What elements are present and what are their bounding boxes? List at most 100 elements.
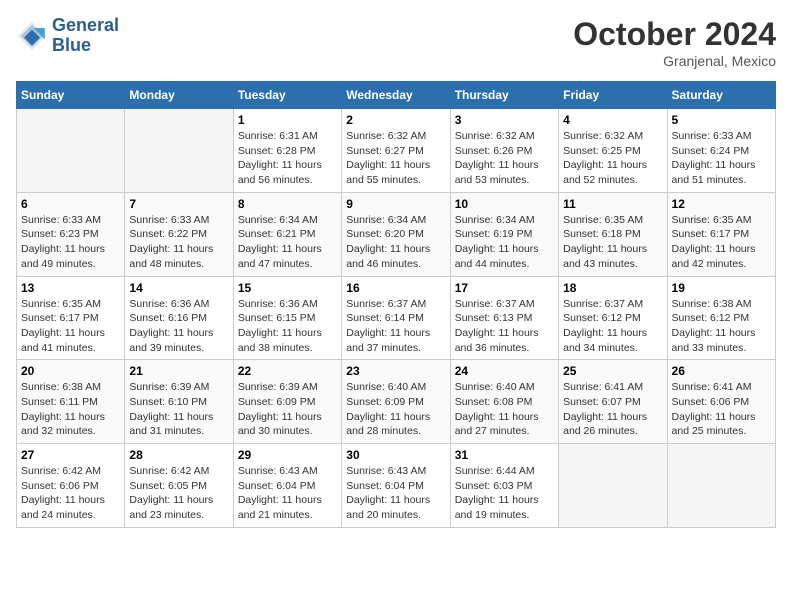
day-number: 2 (346, 113, 445, 127)
day-number: 20 (21, 364, 120, 378)
day-info: Sunrise: 6:34 AMSunset: 6:19 PMDaylight:… (455, 213, 554, 272)
day-cell: 14 Sunrise: 6:36 AMSunset: 6:16 PMDayligh… (125, 276, 233, 360)
day-info: Sunrise: 6:33 AMSunset: 6:24 PMDaylight:… (672, 129, 771, 188)
month-title: October 2024 (573, 16, 776, 53)
day-info: Sunrise: 6:41 AMSunset: 6:07 PMDaylight:… (563, 380, 662, 439)
day-info: Sunrise: 6:34 AMSunset: 6:21 PMDaylight:… (238, 213, 337, 272)
day-number: 6 (21, 197, 120, 211)
weekday-header-tuesday: Tuesday (233, 82, 341, 109)
weekday-header-sunday: Sunday (17, 82, 125, 109)
day-cell (667, 444, 775, 528)
day-number: 26 (672, 364, 771, 378)
day-number: 27 (21, 448, 120, 462)
day-number: 23 (346, 364, 445, 378)
day-cell (17, 109, 125, 193)
logo: General Blue (16, 16, 119, 56)
week-row-5: 27 Sunrise: 6:42 AMSunset: 6:06 PMDayligh… (17, 444, 776, 528)
day-number: 17 (455, 281, 554, 295)
day-cell: 28 Sunrise: 6:42 AMSunset: 6:05 PMDayligh… (125, 444, 233, 528)
day-cell: 16 Sunrise: 6:37 AMSunset: 6:14 PMDayligh… (342, 276, 450, 360)
day-cell: 22 Sunrise: 6:39 AMSunset: 6:09 PMDayligh… (233, 360, 341, 444)
day-number: 30 (346, 448, 445, 462)
day-number: 7 (129, 197, 228, 211)
day-info: Sunrise: 6:41 AMSunset: 6:06 PMDaylight:… (672, 380, 771, 439)
week-row-4: 20 Sunrise: 6:38 AMSunset: 6:11 PMDayligh… (17, 360, 776, 444)
day-cell: 12 Sunrise: 6:35 AMSunset: 6:17 PMDayligh… (667, 192, 775, 276)
day-number: 19 (672, 281, 771, 295)
day-info: Sunrise: 6:40 AMSunset: 6:08 PMDaylight:… (455, 380, 554, 439)
day-cell: 15 Sunrise: 6:36 AMSunset: 6:15 PMDayligh… (233, 276, 341, 360)
day-number: 25 (563, 364, 662, 378)
day-info: Sunrise: 6:33 AMSunset: 6:23 PMDaylight:… (21, 213, 120, 272)
day-cell: 27 Sunrise: 6:42 AMSunset: 6:06 PMDayligh… (17, 444, 125, 528)
day-number: 29 (238, 448, 337, 462)
day-info: Sunrise: 6:42 AMSunset: 6:05 PMDaylight:… (129, 464, 228, 523)
day-cell: 23Sunrise: 6:40 AMSunset: 6:09 PMDayligh… (342, 360, 450, 444)
day-number: 28 (129, 448, 228, 462)
day-cell: 9Sunrise: 6:34 AMSunset: 6:20 PMDaylight… (342, 192, 450, 276)
day-cell: 20 Sunrise: 6:38 AMSunset: 6:11 PMDayligh… (17, 360, 125, 444)
day-info: Sunrise: 6:36 AMSunset: 6:16 PMDaylight:… (129, 297, 228, 356)
day-info: Sunrise: 6:37 AMSunset: 6:14 PMDaylight:… (346, 297, 445, 356)
day-number: 5 (672, 113, 771, 127)
day-info: Sunrise: 6:37 AMSunset: 6:13 PMDaylight:… (455, 297, 554, 356)
day-info: Sunrise: 6:38 AMSunset: 6:12 PMDaylight:… (672, 297, 771, 356)
day-info: Sunrise: 6:35 AMSunset: 6:18 PMDaylight:… (563, 213, 662, 272)
day-cell (559, 444, 667, 528)
day-info: Sunrise: 6:42 AMSunset: 6:06 PMDaylight:… (21, 464, 120, 523)
day-cell: 10Sunrise: 6:34 AMSunset: 6:19 PMDayligh… (450, 192, 558, 276)
day-info: Sunrise: 6:33 AMSunset: 6:22 PMDaylight:… (129, 213, 228, 272)
day-info: Sunrise: 6:43 AMSunset: 6:04 PMDaylight:… (346, 464, 445, 523)
day-info: Sunrise: 6:32 AMSunset: 6:26 PMDaylight:… (455, 129, 554, 188)
day-info: Sunrise: 6:38 AMSunset: 6:11 PMDaylight:… (21, 380, 120, 439)
weekday-header-wednesday: Wednesday (342, 82, 450, 109)
day-number: 11 (563, 197, 662, 211)
day-number: 4 (563, 113, 662, 127)
day-number: 15 (238, 281, 337, 295)
day-cell: 31 Sunrise: 6:44 AMSunset: 6:03 PMDayligh… (450, 444, 558, 528)
day-cell (125, 109, 233, 193)
day-info: Sunrise: 6:43 AMSunset: 6:04 PMDaylight:… (238, 464, 337, 523)
day-cell: 30 Sunrise: 6:43 AMSunset: 6:04 PMDayligh… (342, 444, 450, 528)
day-info: Sunrise: 6:35 AMSunset: 6:17 PMDaylight:… (672, 213, 771, 272)
day-cell: 21 Sunrise: 6:39 AMSunset: 6:10 PMDayligh… (125, 360, 233, 444)
calendar: SundayMondayTuesdayWednesdayThursdayFrid… (16, 81, 776, 528)
day-cell: 18Sunrise: 6:37 AMSunset: 6:12 PMDayligh… (559, 276, 667, 360)
day-info: Sunrise: 6:34 AMSunset: 6:20 PMDaylight:… (346, 213, 445, 272)
day-cell: 8 Sunrise: 6:34 AMSunset: 6:21 PMDaylight… (233, 192, 341, 276)
day-info: Sunrise: 6:39 AMSunset: 6:09 PMDaylight:… (238, 380, 337, 439)
day-cell: 24 Sunrise: 6:40 AMSunset: 6:08 PMDayligh… (450, 360, 558, 444)
day-number: 8 (238, 197, 337, 211)
day-number: 1 (238, 113, 337, 127)
day-cell: 7 Sunrise: 6:33 AMSunset: 6:22 PMDaylight… (125, 192, 233, 276)
day-cell: 19 Sunrise: 6:38 AMSunset: 6:12 PMDayligh… (667, 276, 775, 360)
day-number: 3 (455, 113, 554, 127)
page-header: General Blue October 2024 Granjenal, Mex… (16, 16, 776, 69)
logo-icon (16, 20, 48, 52)
day-cell: 2Sunrise: 6:32 AMSunset: 6:27 PMDaylight… (342, 109, 450, 193)
weekday-header-thursday: Thursday (450, 82, 558, 109)
day-number: 16 (346, 281, 445, 295)
day-cell: 29 Sunrise: 6:43 AMSunset: 6:04 PMDayligh… (233, 444, 341, 528)
day-number: 24 (455, 364, 554, 378)
day-number: 21 (129, 364, 228, 378)
weekday-header-friday: Friday (559, 82, 667, 109)
day-cell: 5 Sunrise: 6:33 AMSunset: 6:24 PMDaylight… (667, 109, 775, 193)
day-number: 12 (672, 197, 771, 211)
day-number: 14 (129, 281, 228, 295)
day-cell: 25 Sunrise: 6:41 AMSunset: 6:07 PMDayligh… (559, 360, 667, 444)
day-number: 22 (238, 364, 337, 378)
week-row-3: 13Sunrise: 6:35 AMSunset: 6:17 PMDayligh… (17, 276, 776, 360)
day-info: Sunrise: 6:31 AMSunset: 6:28 PMDaylight:… (238, 129, 337, 188)
day-number: 31 (455, 448, 554, 462)
day-info: Sunrise: 6:44 AMSunset: 6:03 PMDaylight:… (455, 464, 554, 523)
day-cell: 11 Sunrise: 6:35 AMSunset: 6:18 PMDayligh… (559, 192, 667, 276)
week-row-2: 6 Sunrise: 6:33 AMSunset: 6:23 PMDaylight… (17, 192, 776, 276)
day-number: 18 (563, 281, 662, 295)
weekday-header-monday: Monday (125, 82, 233, 109)
weekday-header-row: SundayMondayTuesdayWednesdayThursdayFrid… (17, 82, 776, 109)
day-info: Sunrise: 6:39 AMSunset: 6:10 PMDaylight:… (129, 380, 228, 439)
day-cell: 6 Sunrise: 6:33 AMSunset: 6:23 PMDaylight… (17, 192, 125, 276)
day-cell: 3 Sunrise: 6:32 AMSunset: 6:26 PMDaylight… (450, 109, 558, 193)
day-info: Sunrise: 6:36 AMSunset: 6:15 PMDaylight:… (238, 297, 337, 356)
